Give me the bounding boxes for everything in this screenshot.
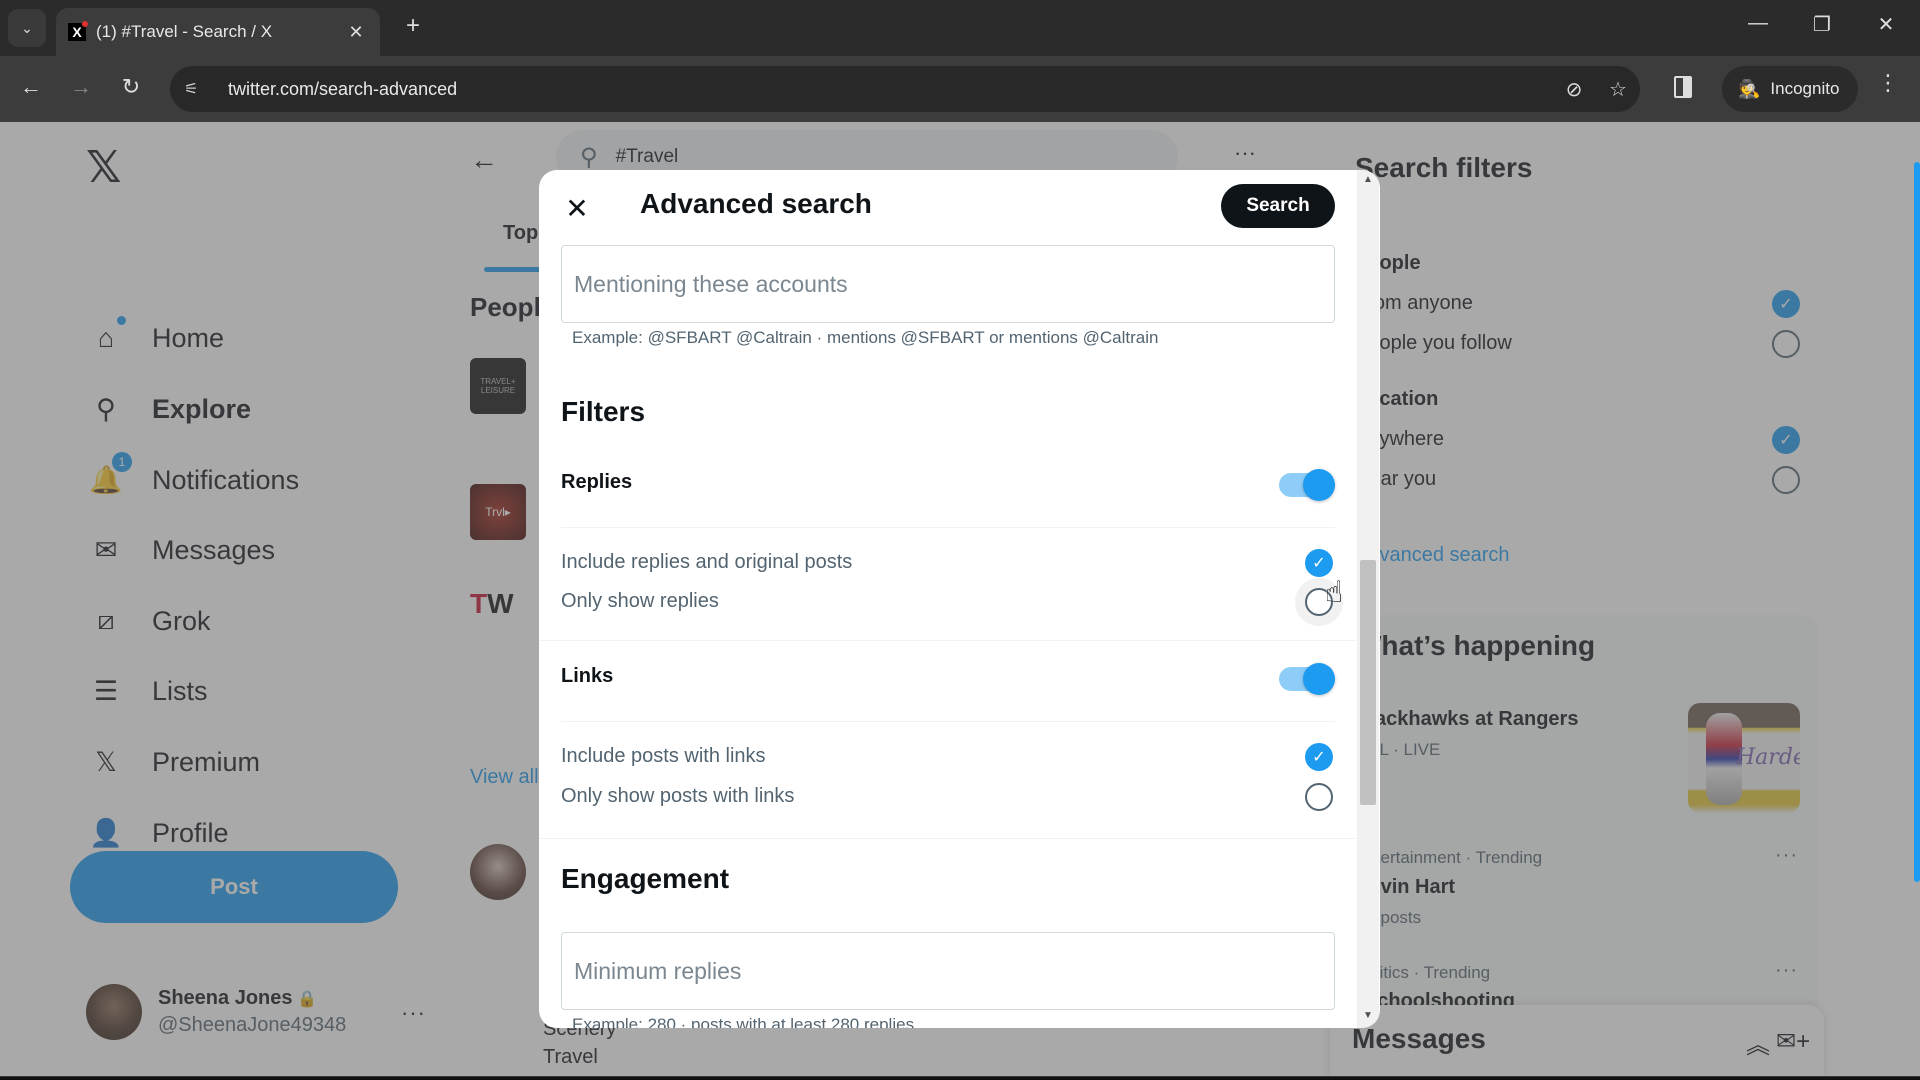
tab-close-icon[interactable]: ✕ (344, 22, 368, 43)
filters-heading: Filters (561, 396, 646, 427)
replies-label: Replies (561, 471, 633, 493)
mentions-field[interactable] (561, 245, 1335, 323)
section-divider (539, 838, 1380, 839)
side-panel-icon[interactable] (1674, 76, 1692, 98)
min-replies-hint: Example: 280 · posts with at least 280 r… (572, 1015, 915, 1028)
window-close-icon[interactable]: ✕ (1866, 12, 1906, 37)
links-option-label: Only show posts with links (561, 785, 795, 807)
radio-include-links[interactable]: ✓ (1305, 743, 1333, 771)
check-icon: ✓ (1312, 749, 1326, 766)
min-replies-input[interactable] (574, 957, 1334, 985)
links-option-label: Include posts with links (561, 745, 766, 767)
new-tab-button[interactable]: + (398, 12, 428, 40)
tab-search-dropdown[interactable]: ⌄ (8, 9, 46, 47)
radio-only-links[interactable] (1305, 783, 1333, 811)
scroll-down-arrow-icon[interactable]: ▼ (1363, 1010, 1373, 1021)
tab-title: (1) #Travel - Search / X (96, 22, 273, 41)
incognito-icon: 🕵 (1738, 78, 1761, 99)
hand-cursor-icon: ☝ (1325, 576, 1344, 609)
url-text[interactable]: twitter.com/search-advanced (228, 79, 1552, 100)
minimize-icon[interactable]: — (1738, 12, 1778, 35)
advanced-search-dialog: ✕ Advanced search Search Example: @SFBAR… (539, 170, 1380, 1028)
replies-toggle[interactable] (1279, 469, 1335, 501)
mentions-input[interactable] (574, 270, 1334, 298)
search-button[interactable]: Search (1221, 184, 1335, 228)
chevron-down-icon: ⌄ (21, 19, 33, 36)
bookmark-star-icon[interactable]: ☆ (1596, 77, 1640, 102)
replies-option-label: Include replies and original posts (561, 551, 853, 573)
x-favicon-icon: X (68, 21, 88, 41)
kebab-menu-icon[interactable]: ⋮ (1876, 72, 1900, 94)
radio-include-replies[interactable]: ✓ (1305, 549, 1333, 577)
mentions-hint: Example: @SFBART @Caltrain · mentions @S… (572, 328, 1159, 347)
engagement-heading: Engagement (561, 863, 730, 894)
scrollbar-thumb[interactable] (1360, 560, 1376, 805)
incognito-label: Incognito (1770, 79, 1840, 98)
browser-toolbar: ← → ↻ ⚟ twitter.com/search-advanced ⊘ ☆ … (0, 56, 1920, 122)
min-replies-field[interactable] (561, 932, 1335, 1010)
site-info-icon[interactable]: ⚟ (184, 79, 214, 99)
forward-icon[interactable]: → (66, 74, 96, 100)
reload-icon[interactable]: ↻ (116, 74, 146, 100)
back-icon[interactable]: ← (16, 74, 46, 100)
incognito-indicator[interactable]: 🕵 Incognito (1722, 66, 1858, 112)
eye-off-icon[interactable]: ⊘ (1552, 77, 1596, 102)
check-icon: ✓ (1312, 555, 1326, 572)
close-icon[interactable]: ✕ (559, 190, 595, 226)
section-divider (539, 640, 1380, 641)
links-toggle[interactable] (1279, 663, 1335, 695)
links-label: Links (561, 665, 614, 687)
address-bar[interactable]: ⚟ twitter.com/search-advanced ⊘ ☆ (170, 66, 1640, 112)
restore-icon[interactable]: ❐ (1802, 12, 1842, 37)
browser-tab-strip: ⌄ X (1) #Travel - Search / X ✕ + — ❐ ✕ (0, 0, 1920, 56)
page-scrollbar[interactable] (1914, 162, 1920, 882)
divider (561, 721, 1335, 722)
browser-tab-active[interactable]: X (1) #Travel - Search / X ✕ (56, 8, 380, 56)
toggle-knob (1303, 663, 1335, 695)
scroll-up-arrow-icon[interactable]: ▲ (1363, 174, 1373, 185)
toggle-knob (1303, 469, 1335, 501)
replies-option-label: Only show replies (561, 590, 719, 612)
dialog-scrollbar[interactable]: ▲ ▼ (1357, 170, 1379, 1028)
dialog-title: Advanced search (640, 188, 872, 219)
divider (561, 527, 1335, 528)
